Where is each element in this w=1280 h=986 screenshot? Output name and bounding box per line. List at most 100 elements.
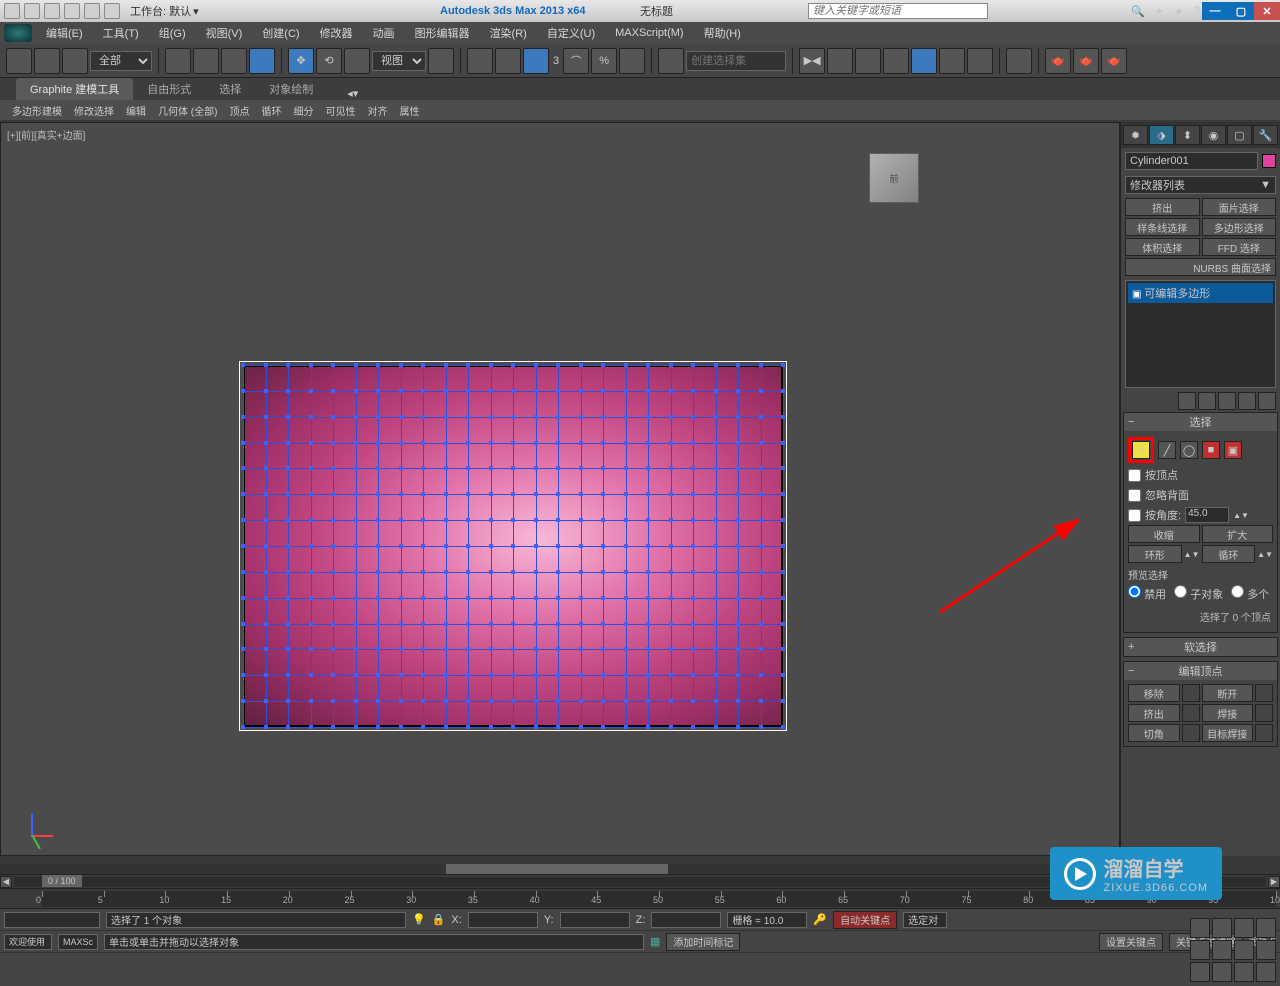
ribbon-sub-loop[interactable]: 循环 xyxy=(255,101,287,120)
object-color-swatch[interactable] xyxy=(1262,154,1276,168)
remove-button[interactable]: 移除 xyxy=(1128,684,1180,702)
modifier-stack[interactable]: ▣ 可编辑多边形 xyxy=(1125,280,1276,388)
coord-z-field[interactable] xyxy=(651,912,721,928)
teapot3-icon[interactable]: 🫖 xyxy=(1101,48,1127,74)
ribbon-sub-geometry[interactable]: 几何体 (全部) xyxy=(152,101,223,120)
favorite-icon[interactable]: ★ xyxy=(1174,5,1184,18)
ribbon-collapse-icon[interactable]: ◂▾ xyxy=(347,87,358,100)
zoom-icon[interactable] xyxy=(1234,962,1254,982)
auto-key-button[interactable]: 自动关键点 xyxy=(833,911,897,929)
subobj-polygon-icon[interactable]: ■ xyxy=(1202,441,1220,459)
unlink-tool-icon[interactable] xyxy=(34,48,60,74)
percent-snap-icon[interactable]: % xyxy=(591,48,617,74)
lock-selection-icon[interactable]: 🔒 xyxy=(432,913,446,926)
menu-grapheditors[interactable]: 图形编辑器 xyxy=(405,25,480,41)
redo-icon[interactable] xyxy=(84,3,100,19)
modbtn-nurbssel[interactable]: NURBS 曲面选择 xyxy=(1125,258,1276,276)
selection-filter[interactable]: 全部 xyxy=(90,51,152,71)
coord-x-field[interactable] xyxy=(468,912,538,928)
save-icon[interactable] xyxy=(44,3,60,19)
render-frame-icon[interactable] xyxy=(1006,48,1032,74)
workspace-label[interactable]: 工作台: 默认 xyxy=(130,3,191,19)
motion-tab-icon[interactable]: ◉ xyxy=(1201,125,1226,145)
time-config-icon[interactable] xyxy=(1234,940,1254,960)
preview-multi-radio[interactable]: 多个 xyxy=(1231,585,1269,602)
orbit-icon[interactable] xyxy=(1212,962,1232,982)
curve-editor-icon[interactable] xyxy=(883,48,909,74)
minimize-button[interactable]: — xyxy=(1202,2,1228,20)
link-icon[interactable] xyxy=(104,3,120,19)
window-crossing-icon[interactable] xyxy=(249,48,275,74)
hierarchy-tab-icon[interactable]: ⬍ xyxy=(1175,125,1200,145)
by-angle-checkbox[interactable] xyxy=(1128,509,1141,522)
manipulate-icon[interactable] xyxy=(467,48,493,74)
spinner-snap-icon[interactable] xyxy=(619,48,645,74)
help-icon[interactable]: ? xyxy=(1194,5,1200,18)
edit-named-sel-icon[interactable] xyxy=(658,48,684,74)
make-unique-icon[interactable] xyxy=(1218,392,1236,410)
menu-customize[interactable]: 自定义(U) xyxy=(537,25,605,41)
menu-edit[interactable]: 编辑(E) xyxy=(36,25,93,41)
configure-sets-icon[interactable] xyxy=(1258,392,1276,410)
goto-end-icon[interactable] xyxy=(1190,940,1210,960)
mirror-icon[interactable]: ▶◀ xyxy=(799,48,825,74)
ribbon-sub-visibility[interactable]: 可见性 xyxy=(319,101,361,120)
lock-icon[interactable]: 💡 xyxy=(412,913,426,926)
named-selection-set[interactable] xyxy=(686,51,786,71)
snap-toggle-icon[interactable] xyxy=(523,48,549,74)
modify-tab-icon[interactable]: ⬗ xyxy=(1149,125,1174,145)
extrude-button[interactable]: 挤出 xyxy=(1128,704,1180,722)
modbtn-extrude[interactable]: 挤出 xyxy=(1125,198,1200,216)
next-frame-icon[interactable] xyxy=(1256,918,1276,938)
key-icon[interactable]: 🔑 xyxy=(813,913,827,926)
ref-coord-system[interactable]: 视图 xyxy=(372,51,426,71)
snap-night-icon[interactable]: ▦ xyxy=(650,935,660,948)
preview-off-radio[interactable]: 禁用 xyxy=(1128,585,1166,602)
link-tool-icon[interactable] xyxy=(6,48,32,74)
pin-stack-icon[interactable] xyxy=(1178,392,1196,410)
ribbon-sub-modifysel[interactable]: 修改选择 xyxy=(68,101,120,120)
menu-tools[interactable]: 工具(T) xyxy=(93,25,149,41)
select-scale-icon[interactable] xyxy=(344,48,370,74)
open-icon[interactable] xyxy=(24,3,40,19)
subobj-border-icon[interactable]: ◯ xyxy=(1180,441,1198,459)
rollup-selection-header[interactable]: −选择 xyxy=(1124,413,1277,431)
modbtn-patchsel[interactable]: 面片选择 xyxy=(1202,198,1277,216)
preview-subobj-radio[interactable]: 子对象 xyxy=(1174,585,1223,602)
ignore-backface-checkbox[interactable] xyxy=(1128,489,1141,502)
goto-start-icon[interactable] xyxy=(1190,918,1210,938)
select-move-icon[interactable]: ✥ xyxy=(288,48,314,74)
menu-modifiers[interactable]: 修改器 xyxy=(310,25,363,41)
subobj-element-icon[interactable]: ▣ xyxy=(1224,441,1242,459)
remove-modifier-icon[interactable] xyxy=(1238,392,1256,410)
bind-space-warp-icon[interactable] xyxy=(62,48,88,74)
ribbon-tab-graphite[interactable]: Graphite 建模工具 xyxy=(16,78,133,100)
add-time-tag-button[interactable]: 添加时间标记 xyxy=(666,933,740,951)
select-rotate-icon[interactable]: ⟲ xyxy=(316,48,342,74)
ribbon-sub-subdiv[interactable]: 细分 xyxy=(287,101,319,120)
chamfer-button[interactable]: 切角 xyxy=(1128,724,1180,742)
display-tab-icon[interactable]: ▢ xyxy=(1227,125,1252,145)
shrink-button[interactable]: 收缩 xyxy=(1128,525,1200,543)
search-input[interactable] xyxy=(813,4,983,18)
menu-group[interactable]: 组(G) xyxy=(149,25,196,41)
search-box[interactable] xyxy=(808,3,988,19)
script-listener[interactable] xyxy=(4,912,100,928)
stack-editable-poly[interactable]: ▣ 可编辑多边形 xyxy=(1128,283,1273,303)
angle-spinner[interactable]: 45.0 xyxy=(1185,507,1229,523)
modifier-list-dropdown[interactable]: 修改器列表▼ xyxy=(1125,176,1276,194)
comm-icon[interactable]: ✦ xyxy=(1155,5,1164,18)
pan-icon[interactable] xyxy=(1190,962,1210,982)
render-setup-icon[interactable] xyxy=(967,48,993,74)
app-logo[interactable] xyxy=(4,24,32,42)
set-key-button[interactable]: 设置关键点 xyxy=(1099,933,1163,951)
utilities-tab-icon[interactable]: 🔧 xyxy=(1253,125,1278,145)
select-by-name-icon[interactable] xyxy=(193,48,219,74)
sel-set-combo[interactable]: 选定对 xyxy=(903,912,947,928)
break-button[interactable]: 断开 xyxy=(1202,684,1254,702)
time-next-icon[interactable]: ▶ xyxy=(1268,876,1280,888)
material-editor-icon[interactable] xyxy=(939,48,965,74)
key-mode-icon[interactable] xyxy=(1212,940,1232,960)
horizontal-scrollbar[interactable] xyxy=(0,864,1114,874)
teapot2-icon[interactable]: 🫖 xyxy=(1073,48,1099,74)
